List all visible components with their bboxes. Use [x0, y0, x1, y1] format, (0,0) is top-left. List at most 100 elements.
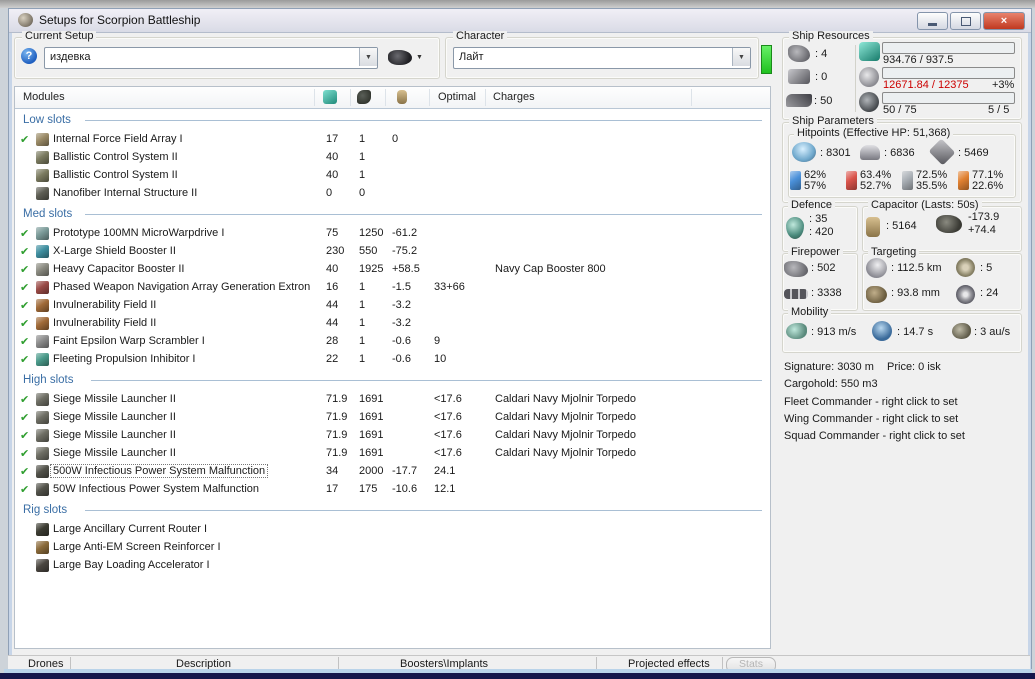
- module-row[interactable]: ✔Heavy Capacitor Booster II401925+58.5Na…: [15, 261, 770, 279]
- module-powergrid: 1250: [359, 227, 383, 239]
- module-row[interactable]: ✔Siege Missile Launcher II71.91691<17.6C…: [15, 409, 770, 427]
- module-row[interactable]: ✔Internal Force Field Array I1710: [15, 131, 770, 149]
- capacitor-column-icon: [397, 90, 407, 104]
- fitted-check-icon: ✔: [20, 299, 29, 312]
- fleet-commander-setter[interactable]: Fleet Commander - right click to set: [784, 396, 958, 408]
- module-name: Internal Force Field Array I: [53, 133, 183, 145]
- max-targets-icon: [956, 258, 975, 277]
- module-row[interactable]: ✔Siege Missile Launcher II71.91691<17.6C…: [15, 427, 770, 445]
- turret-hardpoints-value: : 4: [815, 48, 827, 60]
- module-row[interactable]: Large Anti-EM Screen Reinforcer I: [15, 539, 770, 557]
- firepower-title: Firepower: [788, 247, 843, 258]
- module-icon-siege-missile-launcher: [36, 411, 49, 424]
- module-icon-siege-missile-launcher: [36, 393, 49, 406]
- fitted-check-icon: ✔: [20, 465, 29, 478]
- modules-table-header: Modules Optimal Charges: [15, 87, 770, 109]
- minimize-icon: [928, 23, 937, 26]
- export-chevron-down-icon[interactable]: ▼: [416, 54, 423, 61]
- resistances-row: 62%57%63.4%52.7%72.5%35.5%77.1%22.6%: [790, 170, 1014, 192]
- module-icon-ballistic-control-system: [36, 169, 49, 182]
- targeting-groupbox: [862, 253, 1022, 311]
- fitted-check-icon: ✔: [20, 411, 29, 424]
- maximize-button[interactable]: [950, 12, 981, 30]
- module-charge: Caldari Navy Mjolnir Torpedo: [495, 411, 636, 423]
- module-row[interactable]: Large Ancillary Current Router I: [15, 521, 770, 539]
- section-divider-line: [85, 510, 762, 511]
- capacitor-flow-icon: [936, 215, 962, 233]
- module-row[interactable]: ✔X-Large Shield Booster II230550-75.2: [15, 243, 770, 261]
- module-name: 500W Infectious Power System Malfunction: [51, 465, 267, 477]
- module-name: Large Bay Loading Accelerator I: [53, 559, 210, 571]
- module-row[interactable]: ✔Phased Weapon Navigation Array Generati…: [15, 279, 770, 297]
- module-cap-use: -75.2: [392, 245, 417, 257]
- align-time-icon: [872, 321, 892, 341]
- rig-icon-bay-loading-accelerator: [36, 559, 49, 572]
- max-velocity-value: : 913 m/s: [811, 326, 856, 338]
- module-row[interactable]: ✔Siege Missile Launcher II71.91691<17.6C…: [15, 445, 770, 463]
- module-cap-use: -1.5: [392, 281, 411, 293]
- export-ship-icon[interactable]: [388, 50, 412, 65]
- module-cpu: 34: [326, 465, 338, 477]
- dps-value: : 502: [811, 262, 835, 274]
- module-powergrid: 1: [359, 317, 365, 329]
- module-cap-use: -10.6: [392, 483, 417, 495]
- app-icon: [18, 13, 33, 27]
- module-powergrid: 1: [359, 281, 365, 293]
- module-icon-energy-neutralizer: [36, 465, 49, 478]
- character-value: Лайт: [459, 51, 484, 63]
- close-button[interactable]: ×: [983, 12, 1025, 30]
- module-name: Siege Missile Launcher II: [53, 393, 176, 405]
- minimize-button[interactable]: [917, 12, 948, 30]
- module-name: Siege Missile Launcher II: [53, 429, 176, 441]
- module-row[interactable]: ✔Prototype 100MN MicroWarpdrive I751250-…: [15, 225, 770, 243]
- explosive-resist-icon: [958, 171, 969, 190]
- module-cap-use: 0: [392, 133, 398, 145]
- section-title: Rig slots: [23, 504, 67, 516]
- module-row[interactable]: Nanofiber Internal Structure II00: [15, 185, 770, 203]
- module-cap-use: -17.7: [392, 465, 417, 477]
- module-cpu: 71.9: [326, 393, 347, 405]
- module-powergrid: 1: [359, 335, 365, 347]
- module-row[interactable]: ✔ 500W Infectious Power System Malfunctio…: [15, 463, 770, 481]
- module-row[interactable]: ✔Invulnerability Field II441-3.2: [15, 315, 770, 333]
- module-name: Heavy Capacitor Booster II: [53, 263, 184, 275]
- module-row[interactable]: Ballistic Control System II401: [15, 149, 770, 167]
- targeting-range-icon: [866, 258, 887, 278]
- section-title: Low slots: [23, 114, 71, 126]
- chevron-down-icon[interactable]: ▼: [732, 48, 750, 66]
- resist-cell: 77.1%22.6%: [958, 170, 1014, 192]
- module-row[interactable]: ✔Fleeting Propulsion Inhibitor I221-0.61…: [15, 351, 770, 369]
- module-row[interactable]: ✔Faint Epsilon Warp Scrambler I281-0.69: [15, 333, 770, 351]
- wing-commander-setter[interactable]: Wing Commander - right click to set: [784, 413, 958, 425]
- window-titlebar[interactable]: Setups for Scorpion Battleship ×: [9, 9, 1031, 33]
- module-powergrid: 1925: [359, 263, 383, 275]
- resist-bottom-value: 22.6%: [972, 181, 1003, 192]
- ship-resources-title: Ship Resources: [789, 31, 873, 42]
- module-optimal: 33+66: [434, 281, 465, 293]
- capacitor-amount: : 5164: [886, 220, 917, 232]
- launcher-hardpoints-icon: [788, 69, 810, 84]
- module-row[interactable]: Large Bay Loading Accelerator I: [15, 557, 770, 575]
- resist-values: 62%57%: [804, 170, 826, 192]
- module-row[interactable]: ✔Invulnerability Field II441-3.2: [15, 297, 770, 315]
- module-powergrid: 175: [359, 483, 377, 495]
- module-row[interactable]: Ballistic Control System II401: [15, 167, 770, 185]
- character-select[interactable]: Лайт ▼: [453, 47, 751, 69]
- squad-commander-setter[interactable]: Squad Commander - right click to set: [784, 430, 965, 442]
- modules-table-body: Low slots✔Internal Force Field Array I17…: [15, 109, 770, 575]
- fitted-check-icon: ✔: [20, 245, 29, 258]
- module-charge: Caldari Navy Mjolnir Torpedo: [495, 393, 636, 405]
- module-cap-use: -3.2: [392, 317, 411, 329]
- help-icon[interactable]: ?: [21, 48, 37, 64]
- volley-value: : 3338: [811, 287, 842, 299]
- module-icon-nanofiber-internal-structure: [36, 187, 49, 200]
- dps-turret-icon: [784, 261, 808, 277]
- current-setup-select[interactable]: издевка ▼: [44, 47, 378, 69]
- module-row[interactable]: ✔50W Infectious Power System Malfunction…: [15, 481, 770, 499]
- capacitor-delta-out: -173.9: [968, 211, 999, 223]
- module-row[interactable]: ✔Siege Missile Launcher II71.91691<17.6C…: [15, 391, 770, 409]
- section-header-high-slots: High slots: [15, 369, 770, 391]
- section-divider-line: [91, 380, 762, 381]
- module-name: Ballistic Control System II: [53, 169, 178, 181]
- chevron-down-icon[interactable]: ▼: [359, 48, 377, 66]
